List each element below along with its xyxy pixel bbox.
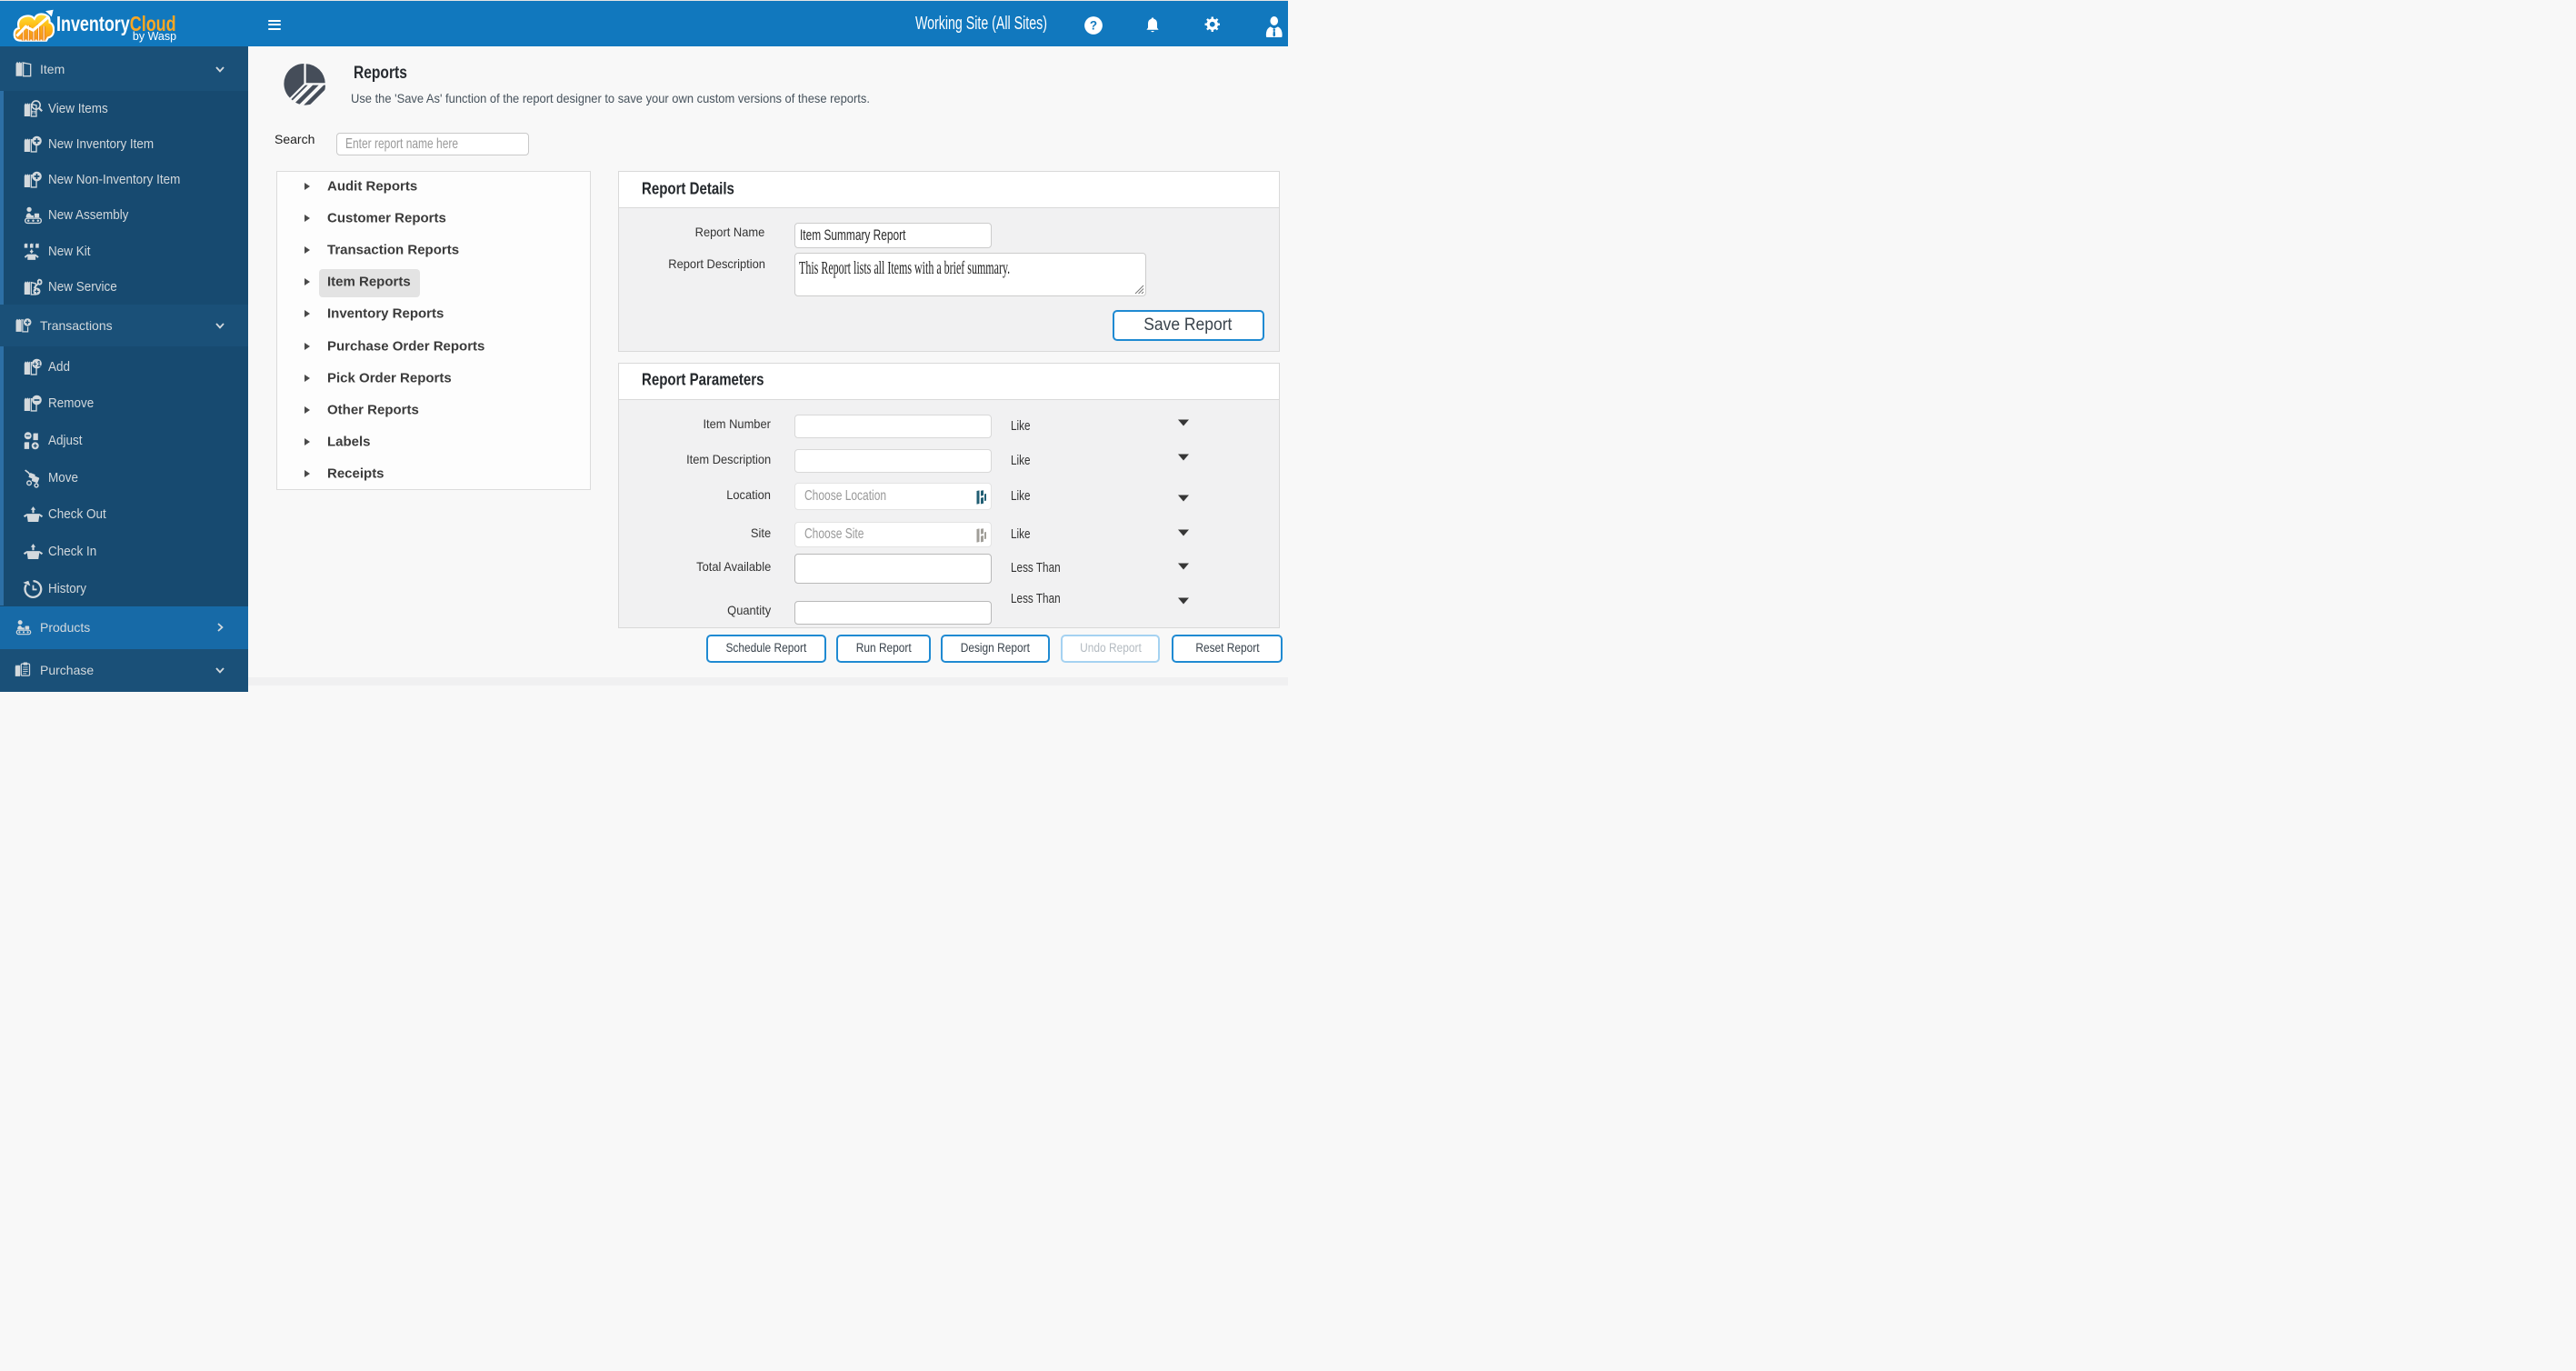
svg-text:?: ? (1089, 18, 1096, 32)
svg-text:+1: +1 (32, 359, 41, 367)
